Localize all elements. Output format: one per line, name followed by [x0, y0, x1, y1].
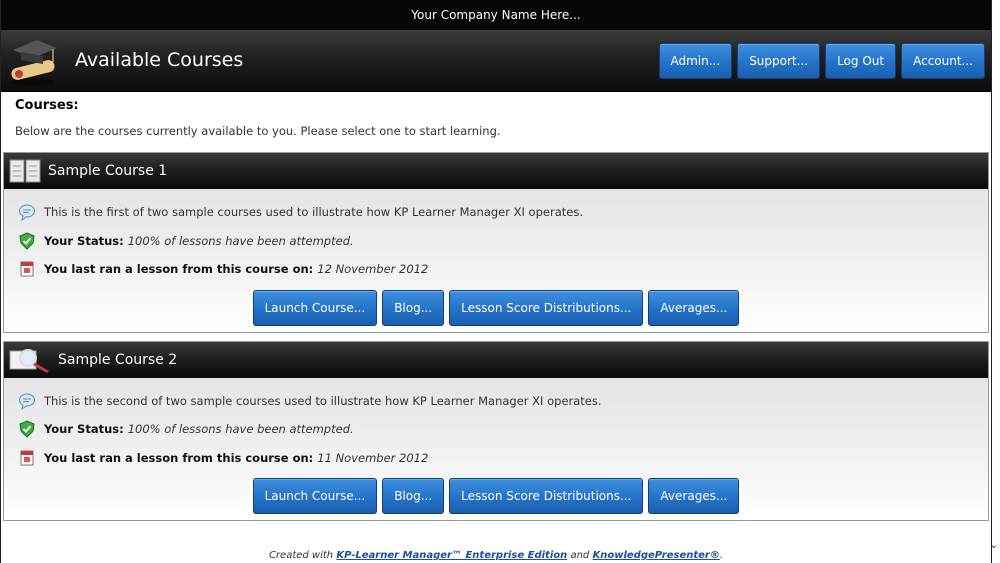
graduation-cap-logo-icon — [11, 40, 57, 86]
status-label: Your Status: — [44, 422, 124, 437]
course-description: This is the second of two sample courses… — [44, 393, 602, 408]
last-run-row: You last ran a lesson from this course o… — [18, 444, 988, 473]
course-card: Sample Course 1 This is the first of two… — [3, 152, 989, 333]
company-name: Your Company Name Here... — [411, 8, 581, 22]
speech-bubble-icon — [19, 393, 35, 410]
status-shield-icon — [19, 232, 35, 250]
course-actions: Launch Course... Blog... Lesson Score Di… — [4, 472, 988, 520]
support-button[interactable]: Support... — [737, 43, 821, 79]
scroll-down-icon[interactable]: ⌄ — [990, 540, 998, 551]
course-description-row: This is the first of two sample courses … — [18, 198, 988, 227]
knowledgepresenter-link[interactable]: KnowledgePresenter® — [592, 550, 719, 561]
averages-button[interactable]: Averages... — [648, 289, 740, 326]
blog-button[interactable]: Blog... — [382, 478, 445, 514]
courses-heading: Courses: — [15, 98, 79, 113]
course-header: Sample Course 1 — [4, 153, 988, 189]
status-row: Your Status: 100% of lessons have been a… — [18, 227, 988, 256]
course-description-row: This is the second of two sample courses… — [18, 387, 988, 416]
magnifying-glass-icon — [9, 348, 49, 373]
status-shield-icon — [19, 420, 35, 438]
intro-section: Courses: Below are the courses currently… — [1, 92, 991, 138]
course-actions: Launch Course... Blog... Lesson Score Di… — [4, 284, 988, 332]
top-nav: Admin... Support... Log Out Account... — [658, 43, 985, 79]
admin-button[interactable]: Admin... — [658, 43, 733, 79]
lesson-score-distributions-button[interactable]: Lesson Score Distributions... — [449, 478, 644, 514]
course-title: Sample Course 2 — [58, 351, 178, 368]
kp-learner-manager-link[interactable]: KP-Learner Manager™ Enterprise Edition — [336, 550, 567, 561]
last-run-label: You last ran a lesson from this course o… — [44, 450, 314, 465]
last-run-date: 11 November 2012 — [317, 450, 429, 465]
course-card: Sample Course 2 This is the second of tw… — [3, 340, 989, 521]
course-title: Sample Course 1 — [48, 163, 168, 179]
speech-bubble-icon — [19, 204, 35, 222]
calendar-icon — [20, 450, 34, 466]
footer: Created with KP-Learner Manager™ Enterpr… — [1, 550, 991, 561]
averages-button[interactable]: Averages... — [648, 478, 740, 514]
lesson-score-distributions-button[interactable]: Lesson Score Distributions... — [449, 289, 644, 326]
calendar-icon — [20, 261, 34, 277]
account-button[interactable]: Account... — [901, 43, 985, 79]
status-label: Your Status: — [44, 233, 124, 248]
footer-suffix: . — [719, 550, 724, 561]
last-run-row: You last ran a lesson from this course o… — [18, 255, 988, 284]
company-name-bar: Your Company Name Here... — [1, 0, 991, 30]
intro-text: Below are the courses currently availabl… — [15, 124, 501, 138]
launch-course-button[interactable]: Launch Course... — [252, 478, 378, 514]
course-description: This is the first of two sample courses … — [44, 205, 583, 220]
page-title: Available Courses — [75, 49, 244, 71]
launch-course-button[interactable]: Launch Course... — [252, 289, 378, 326]
footer-middle: and — [570, 550, 590, 561]
log-out-button[interactable]: Log Out — [825, 43, 897, 79]
course-header: Sample Course 2 — [4, 341, 988, 378]
page-frame: Your Company Name Here... Available Cour… — [0, 0, 992, 563]
blog-button[interactable]: Blog... — [382, 289, 445, 326]
book-icon — [9, 159, 41, 183]
status-value: 100% of lessons have been attempted. — [127, 422, 354, 437]
footer-prefix: Created with — [268, 550, 334, 561]
last-run-label: You last ran a lesson from this course o… — [44, 262, 314, 277]
status-row: Your Status: 100% of lessons have been a… — [18, 415, 988, 444]
last-run-date: 12 November 2012 — [317, 262, 429, 277]
status-value: 100% of lessons have been attempted. — [127, 233, 354, 248]
app-header: Available Courses Admin... Support... Lo… — [1, 30, 991, 92]
